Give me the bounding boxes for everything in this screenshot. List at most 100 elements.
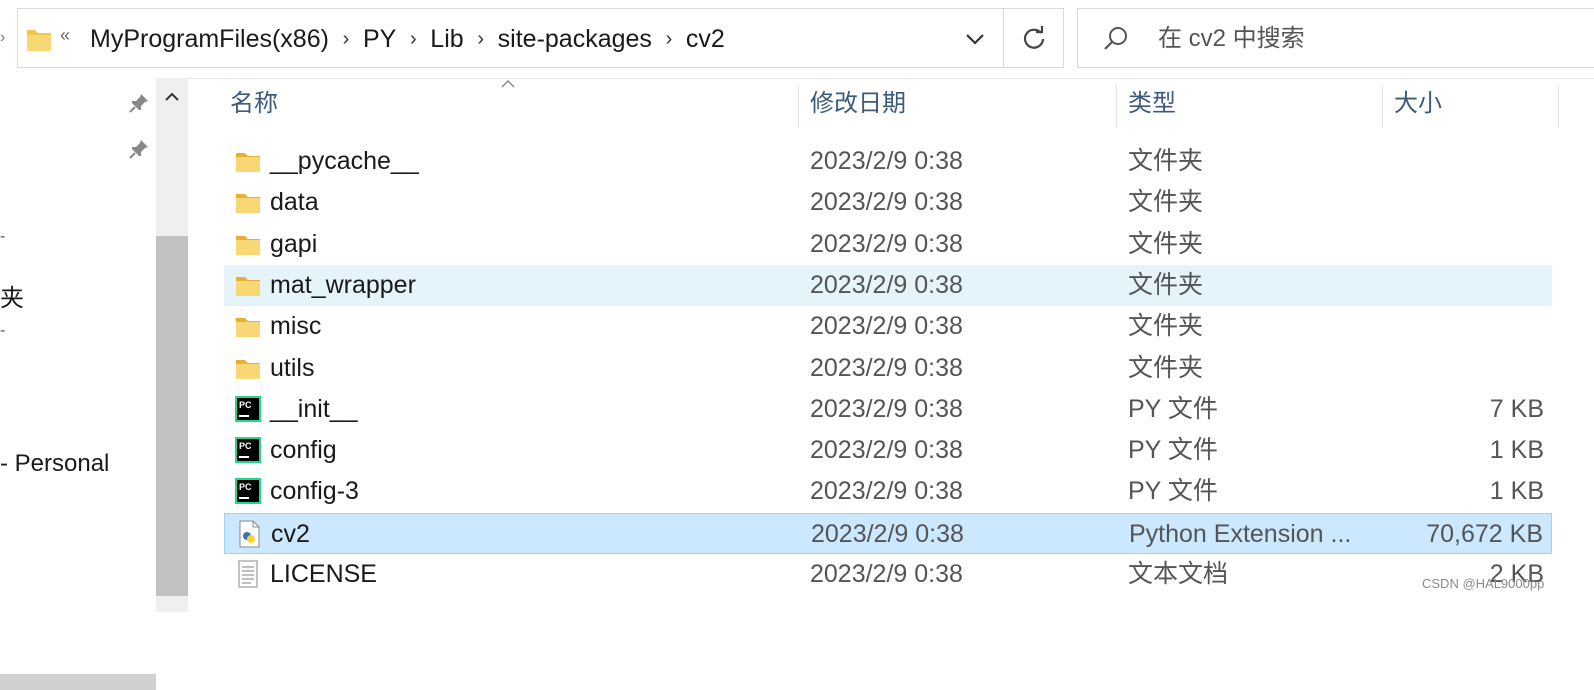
file-modified-date: 2023/2/9 0:38 <box>811 519 964 548</box>
file-name: __pycache__ <box>270 147 419 175</box>
chevron-right-icon[interactable]: › <box>654 28 684 51</box>
column-header-type[interactable]: 类型 <box>1128 78 1176 130</box>
file-modified-date: 2023/2/9 0:38 <box>810 477 963 506</box>
svg-text:PC: PC <box>239 482 252 492</box>
folder-icon <box>234 354 262 382</box>
file-row[interactable]: PC config 2023/2/9 0:38 PY 文件 1 KB <box>224 430 1552 471</box>
file-row[interactable]: data 2023/2/9 0:38 文件夹 <box>224 182 1552 223</box>
file-modified-date: 2023/2/9 0:38 <box>810 353 963 382</box>
file-size: 1 KB <box>1489 477 1544 506</box>
file-type: 文件夹 <box>1128 270 1204 299</box>
column-header-row: 名称 修改日期 类型 大小 <box>188 78 1594 130</box>
file-type: 文件夹 <box>1128 229 1204 258</box>
file-name: mat_wrapper <box>270 270 416 299</box>
python-extension-icon <box>235 520 263 548</box>
file-name: misc <box>270 312 322 341</box>
column-header-date[interactable]: 修改日期 <box>810 78 906 130</box>
file-row[interactable]: __pycache__ 2023/2/9 0:38 文件夹 <box>224 141 1552 182</box>
file-name: utils <box>270 353 315 382</box>
file-size: 1 KB <box>1489 436 1544 465</box>
search-input[interactable] <box>1156 19 1580 59</box>
folder-icon <box>234 188 262 216</box>
file-name: LICENSE <box>270 560 377 588</box>
file-row[interactable]: PC __init__ 2023/2/9 0:38 PY 文件 7 KB <box>224 389 1552 430</box>
file-row[interactable]: gapi 2023/2/9 0:38 文件夹 <box>224 224 1552 265</box>
pycharm-file-icon: PC <box>234 395 262 423</box>
breadcrumb-overflow-button[interactable]: « <box>60 25 70 46</box>
file-modified-date: 2023/2/9 0:38 <box>810 270 963 299</box>
text-document-icon <box>234 560 262 588</box>
column-divider[interactable] <box>1382 84 1383 128</box>
chevron-down-icon[interactable] <box>960 27 990 51</box>
horizontal-scrollbar[interactable] <box>0 674 156 690</box>
file-modified-date: 2023/2/9 0:38 <box>810 229 963 258</box>
watermark: CSDN @HAL9000pp <box>1422 576 1545 591</box>
file-name: data <box>270 188 319 217</box>
breadcrumb-item[interactable]: cv2 <box>684 25 727 54</box>
nav-item-label[interactable]: 夹 <box>0 278 24 313</box>
file-name: config-3 <box>270 477 359 506</box>
nav-scrollbar-thumb[interactable] <box>156 236 188 596</box>
file-size: 7 KB <box>1489 394 1544 423</box>
breadcrumb-item[interactable]: MyProgramFiles(x86) <box>88 25 331 54</box>
svg-text:PC: PC <box>239 441 252 451</box>
folder-icon <box>234 312 262 340</box>
folder-icon <box>234 271 262 299</box>
file-type: 文件夹 <box>1128 312 1204 341</box>
pin-icon[interactable] <box>128 138 150 160</box>
file-row[interactable]: PC config-3 2023/2/9 0:38 PY 文件 1 KB <box>224 471 1552 512</box>
file-row[interactable]: LICENSE 2023/2/9 0:38 文本文档 2 KB <box>224 554 1552 595</box>
file-type: 文件夹 <box>1128 353 1204 382</box>
breadcrumb: MyProgramFiles(x86) › PY › Lib › site-pa… <box>88 9 727 69</box>
file-type: 文件夹 <box>1128 147 1204 175</box>
refresh-icon <box>1023 26 1044 49</box>
back-arrow-icon[interactable]: › <box>0 30 8 46</box>
file-type: PY 文件 <box>1128 394 1218 423</box>
column-header-name[interactable]: 名称 <box>230 78 278 130</box>
file-modified-date: 2023/2/9 0:38 <box>810 394 963 423</box>
column-divider[interactable] <box>1116 84 1117 128</box>
chevron-right-icon[interactable]: › <box>331 28 361 51</box>
folder-icon <box>234 230 262 258</box>
breadcrumb-item[interactable]: Lib <box>428 25 465 54</box>
chevron-right-icon[interactable]: › <box>466 28 496 51</box>
column-header-size[interactable]: 大小 <box>1394 78 1442 130</box>
breadcrumb-item[interactable]: PY <box>361 25 398 54</box>
address-bar[interactable]: « MyProgramFiles(x86) › PY › Lib › site-… <box>17 8 1004 68</box>
column-divider[interactable] <box>798 84 799 128</box>
file-name: config <box>270 436 337 465</box>
file-type: Python Extension ... <box>1129 519 1352 548</box>
search-box[interactable] <box>1077 8 1594 68</box>
file-name: cv2 <box>271 519 310 548</box>
svg-text:PC: PC <box>239 400 252 410</box>
pycharm-file-icon: PC <box>234 477 262 505</box>
file-row[interactable]: misc 2023/2/9 0:38 文件夹 <box>224 306 1552 347</box>
nav-item-fragment[interactable]: - <box>0 322 5 340</box>
file-type: PY 文件 <box>1128 436 1218 465</box>
file-row[interactable]: mat_wrapper 2023/2/9 0:38 文件夹 <box>224 264 1552 306</box>
file-modified-date: 2023/2/9 0:38 <box>810 436 963 465</box>
column-divider[interactable] <box>1558 84 1559 128</box>
folder-icon <box>27 30 51 51</box>
chevron-up-icon[interactable] <box>160 86 184 106</box>
file-row[interactable]: cv2 2023/2/9 0:38 Python Extension ... 70,6… <box>224 512 1552 554</box>
nav-item-onedrive-personal[interactable]: - Personal <box>0 450 109 478</box>
pycharm-file-icon: PC <box>234 436 262 464</box>
file-type: 文件夹 <box>1128 188 1204 217</box>
file-size: 70,672 KB <box>1426 519 1543 548</box>
nav-item-fragment[interactable]: - <box>0 228 5 246</box>
pin-icon[interactable] <box>128 92 150 114</box>
chevron-right-icon[interactable]: › <box>398 28 428 51</box>
file-modified-date: 2023/2/9 0:38 <box>810 312 963 341</box>
file-row[interactable]: utils 2023/2/9 0:38 文件夹 <box>224 348 1552 389</box>
breadcrumb-item[interactable]: site-packages <box>496 25 654 54</box>
file-type: PY 文件 <box>1128 477 1218 506</box>
refresh-button[interactable] <box>1004 8 1064 68</box>
file-list: 名称 修改日期 类型 大小 __pycache__ 2023/2/9 0:38 文件… <box>188 78 1594 612</box>
search-icon <box>1104 27 1127 50</box>
file-type: 文本文档 <box>1128 560 1229 588</box>
file-modified-date: 2023/2/9 0:38 <box>810 188 963 217</box>
top-navigation-bar: › « MyProgramFiles(x86) › PY › Lib › sit… <box>0 0 1594 79</box>
file-modified-date: 2023/2/9 0:38 <box>810 560 963 588</box>
file-name: __init__ <box>270 394 358 423</box>
